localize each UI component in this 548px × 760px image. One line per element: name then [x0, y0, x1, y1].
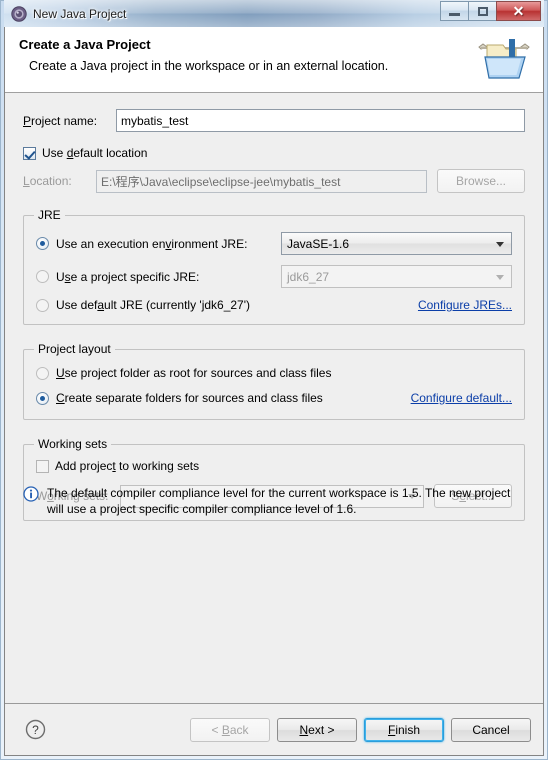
layout-separate-label: Create separate folders for sources and … [56, 391, 323, 405]
title-bar[interactable]: New Java Project ✕ [4, 0, 544, 27]
close-button[interactable]: ✕ [496, 1, 541, 21]
jre-exec-env-row[interactable]: Use an execution environment JRE: JavaSE… [36, 232, 512, 255]
dialog-button-bar: ? < Back Next > Finish Cancel [5, 703, 543, 755]
location-row: Location: E:\程序\Java\eclipse\eclipse-jee… [23, 169, 525, 193]
layout-root-label: Use project folder as root for sources a… [56, 366, 332, 380]
project-name-label: PProject name:roject name: [23, 113, 98, 128]
back-button[interactable]: < Back [190, 717, 270, 742]
browse-button[interactable]: Browse... [437, 169, 525, 193]
project-name-input[interactable]: mybatis_test [116, 109, 525, 132]
add-working-sets-checkbox[interactable] [36, 459, 49, 473]
dialog-window: New Java Project ✕ Create a Java Project… [0, 0, 548, 760]
working-sets-group-title: Working sets [34, 437, 112, 451]
jre-exec-env-value: JavaSE-1.6 [287, 236, 350, 251]
minimize-button[interactable] [440, 1, 469, 21]
window-title: New Java Project [33, 6, 127, 21]
location-input[interactable]: E:\程序\Java\eclipse\eclipse-jee\mybatis_t… [96, 169, 427, 193]
dialog-body: Create a Java Project Create a Java proj… [4, 27, 544, 756]
jre-specific-combo[interactable]: jdk6_27 [281, 265, 512, 288]
jre-specific-value: jdk6_27 [287, 269, 330, 284]
chevron-down-icon [496, 274, 504, 280]
layout-root-radio[interactable] [36, 366, 49, 380]
next-button-label: Next > [299, 722, 335, 737]
project-layout-group-title: Project layout [34, 342, 115, 356]
jre-group-title: JRE [34, 208, 65, 222]
configure-default-link[interactable]: Configure default... [411, 391, 512, 405]
layout-root-row[interactable]: Use project folder as root for sources a… [36, 366, 512, 380]
page-title: Create a Java Project [19, 37, 151, 52]
window-controls: ✕ [440, 1, 541, 21]
jre-specific-radio[interactable] [36, 270, 49, 283]
jre-specific-row[interactable]: Use a project specific JRE: jdk6_27 [36, 265, 512, 288]
finish-button[interactable]: Finish [364, 717, 444, 742]
maximize-icon [477, 6, 488, 16]
add-working-sets-row[interactable]: Add project to working sets [36, 459, 512, 473]
info-icon [23, 486, 39, 502]
jre-default-row[interactable]: Use default JRE (currently 'jdk6_27') Co… [36, 298, 512, 312]
info-message-text: The default compiler compliance level fo… [47, 486, 511, 516]
minimize-icon [449, 13, 460, 16]
maximize-button[interactable] [468, 1, 497, 21]
chevron-down-icon [496, 241, 504, 247]
dialog-content: PProject name:roject name: mybatis_test … [5, 93, 543, 703]
layout-separate-radio[interactable] [36, 391, 49, 405]
jre-group: JRE Use an execution environment JRE: Ja… [23, 208, 525, 325]
back-button-label: < Back [211, 722, 249, 737]
java-folder-icon [475, 33, 533, 89]
jre-exec-env-combo[interactable]: JavaSE-1.6 [281, 232, 512, 255]
info-message: The default compiler compliance level fo… [23, 485, 525, 517]
project-name-row: PProject name:roject name: mybatis_test [23, 109, 525, 132]
use-default-location-row[interactable]: Use default location [23, 146, 525, 160]
jre-exec-env-radio[interactable] [36, 237, 49, 250]
close-icon: ✕ [512, 3, 525, 19]
location-label: Location: [23, 174, 72, 188]
configure-jres-link[interactable]: Configure JREs... [418, 298, 512, 312]
use-default-location-checkbox[interactable] [23, 146, 36, 160]
jre-exec-env-label: Use an execution environment JRE: [56, 236, 248, 251]
cancel-button[interactable]: Cancel [451, 717, 531, 742]
jre-default-label: Use default JRE (currently 'jdk6_27') [56, 298, 251, 312]
help-icon[interactable]: ? [25, 719, 46, 740]
project-layout-group: Project layout Use project folder as roo… [23, 342, 525, 420]
page-subtitle: Create a Java project in the workspace o… [29, 59, 389, 73]
use-default-location-label: Use default location [42, 146, 148, 160]
jre-specific-label: Use a project specific JRE: [56, 269, 200, 284]
layout-separate-row[interactable]: Create separate folders for sources and … [36, 391, 512, 405]
dialog-header: Create a Java Project Create a Java proj… [5, 27, 543, 93]
finish-button-label: Finish [387, 722, 421, 737]
svg-text:?: ? [32, 723, 39, 737]
next-button[interactable]: Next > [277, 717, 357, 742]
add-working-sets-label: Add project to working sets [55, 459, 200, 473]
jre-default-radio[interactable] [36, 298, 49, 312]
java-project-gear-icon [11, 5, 27, 22]
